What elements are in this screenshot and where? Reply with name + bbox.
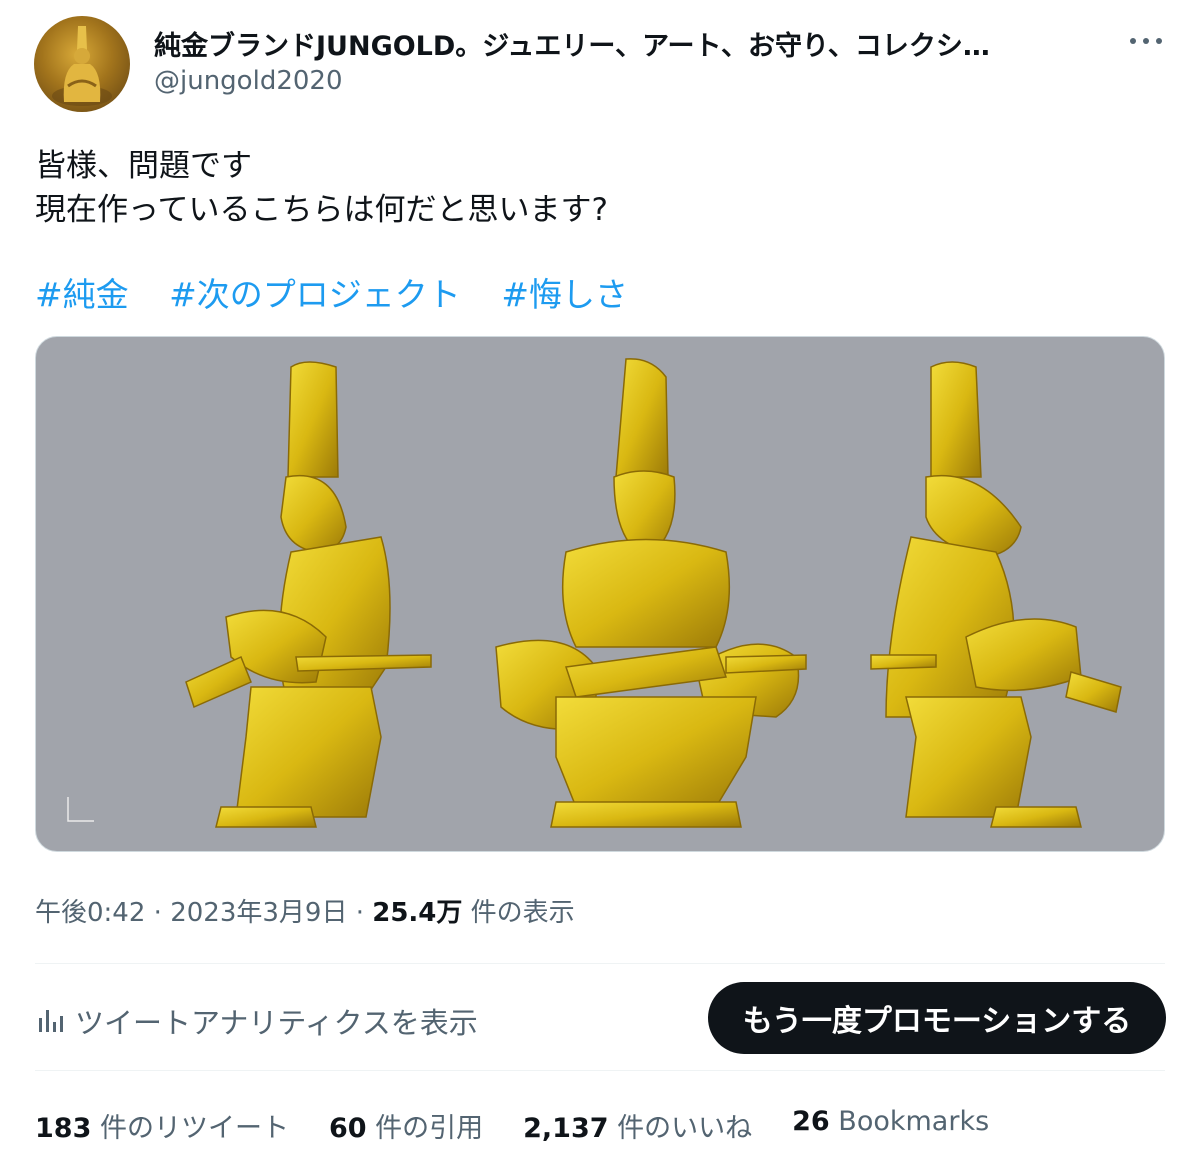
hashtag-link[interactable]: #純金 — [35, 275, 129, 314]
tweet-text: 皆様、問題です 現在作っているこちらは何だと思います? — [35, 144, 608, 232]
tweet-time[interactable]: 午後0:42 — [35, 898, 145, 928]
gold-statue-render — [67, 358, 1122, 828]
gold-statue-avatar-image — [52, 26, 112, 106]
hashtag-list: #純金 #次のプロジェクト #悔しさ — [35, 268, 658, 316]
hashtag-link[interactable]: #悔しさ — [501, 275, 628, 314]
more-horizontal-icon — [1130, 38, 1136, 44]
view-label: 件の表示 — [462, 898, 575, 928]
display-name[interactable]: 純金ブランドJUNGOLD。ジュエリー、アート、お守り、コレクシ… — [154, 24, 1084, 63]
statue-side-left — [185, 361, 432, 828]
bookmarks-stat[interactable]: 26 Bookmarks — [792, 1106, 989, 1145]
engagement-stats: 183 件のリツイート 60 件の引用 2,137 件のいいね 26 Bookm… — [35, 1106, 1029, 1145]
divider — [35, 963, 1165, 964]
more-options-button[interactable] — [1126, 26, 1166, 56]
tweet-line: 現在作っているこちらは何だと思います? — [35, 192, 608, 228]
quotes-stat[interactable]: 60 件の引用 — [329, 1106, 483, 1145]
handle[interactable]: @jungold2020 — [154, 66, 343, 96]
avatar[interactable] — [34, 16, 130, 112]
divider — [35, 1070, 1165, 1071]
analytics-label: ツイートアナリティクスを表示 — [75, 1006, 478, 1040]
tweet-date[interactable]: 2023年3月9日 — [170, 898, 347, 928]
retweets-stat[interactable]: 183 件のリツイート — [35, 1106, 289, 1145]
hashtag-link[interactable]: #次のプロジェクト — [169, 275, 461, 314]
tweet-metadata: 午後0:42 · 2023年3月9日 · 25.4万 件の表示 — [35, 898, 575, 928]
statue-front-center — [495, 358, 807, 828]
tweet-analytics-link[interactable]: ツイートアナリティクスを表示 — [35, 1000, 478, 1042]
promote-again-button[interactable]: もう一度プロモーションする — [708, 982, 1166, 1054]
likes-stat[interactable]: 2,137 件のいいね — [523, 1106, 752, 1145]
bar-chart-icon — [39, 1010, 63, 1032]
tweet-media-image[interactable] — [35, 336, 1165, 852]
view-count: 25.4万 — [372, 898, 463, 928]
tweet-line: 皆様、問題です — [35, 148, 252, 184]
statue-side-right — [870, 361, 1122, 828]
axis-indicator — [67, 797, 94, 822]
